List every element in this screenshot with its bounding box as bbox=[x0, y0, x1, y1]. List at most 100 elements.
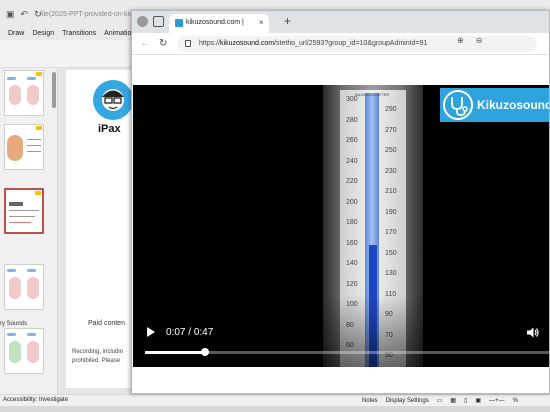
scale-tick-label: 140 bbox=[346, 260, 358, 267]
paid-content-text: Paid conten bbox=[88, 320, 125, 327]
quick-access-toolbar: ▣ ↶ ↻ bbox=[6, 9, 42, 20]
scale-tick-label: 200 bbox=[346, 198, 358, 206]
address-bar-actions: ⊕ ⊖ bbox=[457, 36, 482, 45]
seek-progress bbox=[145, 351, 206, 354]
text-line bbox=[27, 139, 41, 140]
stethoscope-icon bbox=[443, 90, 473, 120]
brand-watermark: Kikuzosound bbox=[440, 88, 549, 122]
address-bar-row: ← ↻ https://kikuzosound.com/stetho_url/2… bbox=[132, 33, 549, 55]
scale-tick-label: 260 bbox=[346, 137, 358, 144]
slide-editing-area: iPax Paid conten Recording, includin pro… bbox=[58, 68, 138, 394]
label-pill bbox=[27, 269, 36, 272]
status-right-controls: Notes Display Settings ▭ ▦ ▯ ▣ —+— % bbox=[362, 397, 518, 405]
scale-tick-label: 270 bbox=[385, 126, 397, 134]
duration: 0:47 bbox=[193, 327, 214, 338]
new-tab-button[interactable]: + bbox=[284, 14, 291, 28]
scale-tick-label: 290 bbox=[385, 106, 397, 113]
reload-button[interactable]: ↻ bbox=[159, 38, 167, 49]
current-time: 0:07 bbox=[166, 327, 186, 338]
scale-tick-label: 300 bbox=[346, 96, 358, 103]
play-icon[interactable] bbox=[147, 327, 155, 337]
recording-notice-line: prohibited. Please bbox=[72, 358, 121, 364]
tab-actions-icon[interactable] bbox=[153, 16, 164, 27]
zoom-slider[interactable]: —+— bbox=[489, 398, 505, 404]
slide-canvas[interactable]: iPax Paid conten Recording, includin pro… bbox=[66, 70, 138, 388]
thumbnail-scrollbar[interactable] bbox=[52, 72, 56, 108]
url-text: https://kikuzosound.com/stetho_url/2593?… bbox=[199, 40, 427, 47]
torso-figure bbox=[27, 85, 39, 105]
sorter-view-icon[interactable]: ▦ bbox=[450, 397, 456, 404]
recording-notice-line: Recording, includin bbox=[72, 349, 124, 355]
star-badge bbox=[36, 126, 42, 130]
scale-tick-label: 280 bbox=[346, 116, 358, 124]
section-caption: ry Sounds bbox=[0, 321, 28, 327]
zoom-icon[interactable]: ⊕ bbox=[457, 36, 464, 45]
accessibility-status[interactable]: Accessibility: Investigate bbox=[3, 397, 68, 403]
url-prefix: https:// bbox=[199, 40, 221, 47]
slide-thumbnail[interactable] bbox=[4, 70, 44, 116]
recording-notice: Recording, includin prohibited. Please bbox=[72, 348, 123, 366]
slide-thumbnail[interactable] bbox=[4, 328, 44, 374]
label-pill bbox=[27, 77, 36, 80]
close-tab-icon[interactable]: × bbox=[259, 18, 264, 27]
browser-tab-bar: kikuzosound.com | × + bbox=[132, 11, 549, 33]
slide-thumbnail-panel: ry Sounds bbox=[0, 68, 58, 394]
tab-draw[interactable]: Draw bbox=[8, 30, 24, 37]
torso-figure bbox=[27, 277, 39, 299]
label-pill bbox=[27, 333, 36, 336]
text-line bbox=[9, 202, 23, 206]
url-domain: kikuzosound.com bbox=[220, 40, 275, 47]
undo-icon[interactable]: ↶ bbox=[21, 9, 29, 20]
status-bar: Accessibility: Investigate Notes Display… bbox=[0, 394, 550, 406]
time-display: 0:07 / 0:47 bbox=[166, 327, 213, 338]
browser-tab[interactable]: kikuzosound.com | × bbox=[169, 14, 269, 33]
video-player[interactable]: BAUMANOMETER 300 280 260 240 220 200 180 160 140… bbox=[133, 85, 549, 367]
torso-figure bbox=[9, 85, 21, 105]
reader-mode-icon[interactable]: ⊖ bbox=[476, 36, 483, 45]
text-line bbox=[27, 145, 41, 146]
time-separator: / bbox=[185, 327, 194, 338]
favicon-icon bbox=[175, 19, 183, 27]
back-button[interactable]: ← bbox=[140, 38, 150, 49]
label-pill bbox=[7, 333, 16, 336]
scale-tick-label: 230 bbox=[385, 167, 397, 175]
label-pill bbox=[7, 269, 16, 272]
mascot-icon bbox=[102, 89, 124, 111]
taskbar bbox=[0, 406, 550, 412]
torso-figure bbox=[27, 341, 39, 363]
scale-tick-label: 160 bbox=[346, 239, 358, 247]
slide-thumbnail-selected[interactable] bbox=[4, 188, 44, 234]
gauge-label: BAUMANOMETER bbox=[355, 92, 390, 97]
profile-icon[interactable] bbox=[137, 16, 148, 27]
slideshow-icon[interactable]: ▣ bbox=[475, 397, 481, 404]
save-icon[interactable]: ▣ bbox=[6, 9, 15, 20]
tab-design[interactable]: Design bbox=[32, 30, 54, 37]
reading-view-icon[interactable]: ▯ bbox=[464, 397, 467, 404]
scale-tick-label: 120 bbox=[346, 280, 358, 288]
address-input[interactable]: https://kikuzosound.com/stetho_url/2593?… bbox=[177, 36, 537, 52]
scale-tick-label: 190 bbox=[385, 208, 397, 216]
lock-icon[interactable] bbox=[185, 40, 191, 47]
notes-button[interactable]: Notes bbox=[362, 398, 378, 404]
ipax-logo bbox=[93, 80, 133, 120]
url-path: /stetho_url/2593?group_id=10&groupAdminI… bbox=[274, 40, 428, 47]
display-settings-button[interactable]: Display Settings bbox=[386, 398, 429, 404]
text-line bbox=[9, 222, 31, 223]
torso-figure bbox=[9, 341, 21, 363]
text-line bbox=[9, 210, 39, 211]
scale-tick-label: 250 bbox=[385, 147, 397, 154]
scale-tick-label: 180 bbox=[346, 219, 358, 226]
torso-figure bbox=[7, 135, 23, 161]
text-line bbox=[9, 216, 35, 217]
text-line bbox=[27, 151, 41, 152]
slide-thumbnail[interactable] bbox=[4, 264, 44, 310]
normal-view-icon[interactable]: ▭ bbox=[437, 397, 443, 404]
scale-tick-label: 210 bbox=[385, 188, 397, 195]
tab-transitions[interactable]: Transitions bbox=[62, 30, 96, 37]
slide-thumbnail[interactable] bbox=[4, 124, 44, 170]
scale-tick-label: 170 bbox=[385, 229, 397, 236]
volume-icon[interactable] bbox=[527, 327, 539, 338]
ipax-label: iPax bbox=[98, 123, 121, 135]
torso-figure bbox=[9, 277, 21, 299]
scale-tick-label: 240 bbox=[346, 157, 358, 165]
